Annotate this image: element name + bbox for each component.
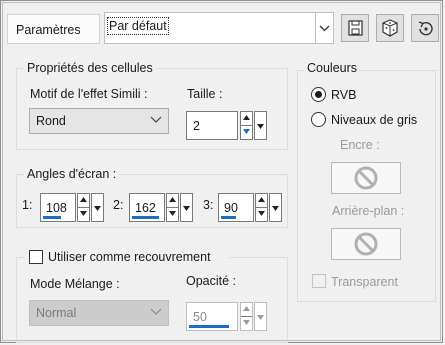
opacity-level-bar <box>189 325 229 328</box>
opacity-stepper[interactable] <box>240 302 253 331</box>
blend-mode-label: Mode Mélange : <box>30 277 120 291</box>
opacity-label: Opacité : <box>186 274 237 288</box>
colors-title: Couleurs <box>304 60 361 76</box>
blend-mode-select[interactable]: Normal <box>29 300 169 326</box>
opacity-input[interactable]: 50 <box>186 302 238 331</box>
save-preset-button[interactable] <box>341 14 369 42</box>
angle-2-label: 2: <box>113 198 124 212</box>
pattern-value: Rond <box>36 114 66 128</box>
opacity-value: 50 <box>193 310 207 324</box>
size-value: 2 <box>193 119 200 133</box>
chevron-down-icon[interactable] <box>315 13 333 43</box>
angle-2-dropdown[interactable] <box>180 193 193 222</box>
reset-preset-button[interactable] <box>411 14 439 42</box>
angle-2-stepper[interactable] <box>166 193 179 222</box>
chevron-down-icon <box>150 308 162 315</box>
transparent-label: Transparent <box>331 275 398 289</box>
increment-arrow-icon[interactable] <box>256 194 267 208</box>
pattern-label: Motif de l'effet Simili : <box>30 87 148 101</box>
increment-arrow-icon[interactable] <box>78 194 89 208</box>
decrement-arrow-icon[interactable] <box>256 207 267 220</box>
angle-3-level-bar <box>221 216 236 219</box>
grayscale-radio[interactable] <box>311 112 326 127</box>
angle-1-spinner[interactable]: 108 <box>40 193 106 222</box>
use-overlay-label: Utiliser comme recouvrement <box>48 250 211 264</box>
angle-1-label: 1: <box>22 198 33 212</box>
reset-undo-icon <box>418 21 433 36</box>
increment-arrow-icon[interactable] <box>241 112 252 126</box>
chevron-down-icon <box>150 116 162 123</box>
size-spinner[interactable]: 2 <box>186 111 270 140</box>
grayscale-label: Niveaux de gris <box>331 113 418 127</box>
blend-mode-value: Normal <box>36 306 77 320</box>
screen-angles-title: Angles d'écran : <box>24 166 120 182</box>
background-label: Arrière-plan : <box>332 204 405 218</box>
rgb-label: RVB <box>331 88 357 102</box>
opacity-dropdown[interactable] <box>254 302 267 331</box>
angle-2-input[interactable]: 162 <box>129 193 165 222</box>
increment-arrow-icon[interactable] <box>167 194 178 208</box>
angle-3-label: 3: <box>203 198 214 212</box>
angle-2-level-bar <box>132 216 159 219</box>
angle-2-value: 162 <box>135 201 156 215</box>
ink-label: Encre : <box>340 138 380 152</box>
rgb-radio[interactable] <box>311 87 326 102</box>
angle-3-stepper[interactable] <box>255 193 268 222</box>
angle-1-input[interactable]: 108 <box>40 193 76 222</box>
dice-cube-icon <box>382 19 398 37</box>
preset-value: Par défaut <box>107 17 169 35</box>
decrement-arrow-icon[interactable] <box>78 207 89 220</box>
pattern-select[interactable]: Rond <box>29 108 169 134</box>
preset-label-box: Paramètres <box>7 14 100 44</box>
size-dropdown[interactable] <box>254 111 267 140</box>
angle-3-input[interactable]: 90 <box>218 193 254 222</box>
preset-select[interactable]: Par défaut <box>104 12 334 44</box>
decrement-arrow-icon[interactable] <box>167 207 178 220</box>
size-stepper[interactable] <box>240 111 253 140</box>
load-preset-button[interactable] <box>376 14 404 42</box>
preset-label: Paramètres <box>16 23 81 37</box>
not-allowed-icon <box>354 166 378 190</box>
transparent-checkbox[interactable] <box>312 274 326 288</box>
cell-properties-title: Propriétés des cellules <box>24 60 156 76</box>
increment-arrow-icon[interactable] <box>241 303 252 317</box>
not-allowed-icon <box>354 232 378 256</box>
angle-1-stepper[interactable] <box>77 193 90 222</box>
angle-1-level-bar <box>43 216 61 219</box>
angle-1-value: 108 <box>46 201 67 215</box>
size-input[interactable]: 2 <box>186 111 238 140</box>
decrement-arrow-icon[interactable] <box>241 316 252 329</box>
decrement-arrow-icon[interactable] <box>241 125 252 138</box>
size-label: Taille : <box>187 87 223 101</box>
ink-color-swatch[interactable] <box>331 162 401 194</box>
angle-2-spinner[interactable]: 162 <box>129 193 195 222</box>
angle-1-dropdown[interactable] <box>91 193 104 222</box>
opacity-spinner[interactable]: 50 <box>186 302 270 331</box>
floppy-disk-icon <box>348 20 363 36</box>
angle-3-spinner[interactable]: 90 <box>218 193 284 222</box>
angle-3-value: 90 <box>224 201 238 215</box>
background-color-swatch[interactable] <box>331 228 401 260</box>
angle-3-dropdown[interactable] <box>269 193 282 222</box>
use-overlay-checkbox[interactable] <box>29 250 43 264</box>
